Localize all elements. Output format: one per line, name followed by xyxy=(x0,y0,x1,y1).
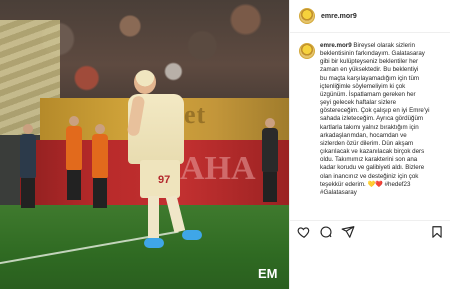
action-bar xyxy=(290,220,450,242)
bookmark-icon[interactable] xyxy=(430,225,444,239)
staff-legs xyxy=(67,170,81,200)
caption-avatar[interactable] xyxy=(299,43,315,59)
staff-legs xyxy=(263,172,277,202)
watermark-logo: EM xyxy=(258,266,278,281)
player-head xyxy=(134,70,156,94)
caption-username[interactable]: emre.mor9 xyxy=(320,42,352,49)
staff-figure xyxy=(20,124,36,178)
avatar[interactable] xyxy=(299,8,315,24)
ad-board-text: AHA xyxy=(180,150,256,187)
heart-icon[interactable] xyxy=(297,225,311,239)
player-boot xyxy=(144,238,164,248)
share-icon[interactable] xyxy=(341,225,355,239)
staff-figure xyxy=(66,116,82,170)
caption: emre.mor9 Bireysel olarak sizlerin bekle… xyxy=(320,42,447,197)
staff-legs xyxy=(93,178,107,208)
player-boot xyxy=(182,230,202,240)
player-leg xyxy=(148,196,159,238)
staff-figure xyxy=(92,124,108,178)
post-side-panel: emre.mor9 emre.mor9 Bireysel olarak sizl… xyxy=(289,0,450,289)
player-number: 97 xyxy=(158,174,171,186)
caption-block: emre.mor9 Bireysel olarak sizlerin bekle… xyxy=(299,42,447,197)
caption-text: Bireysel olarak sizlerin beklentisinin f… xyxy=(320,42,430,196)
staff-figure xyxy=(262,118,278,172)
username-link[interactable]: emre.mor9 xyxy=(321,13,357,20)
comment-icon[interactable] xyxy=(319,225,333,239)
staff-legs xyxy=(21,178,35,208)
post-header: emre.mor9 xyxy=(290,0,450,33)
pitch xyxy=(0,205,289,289)
post-photo[interactable]: Teket AHA 97 EM xyxy=(0,0,289,289)
